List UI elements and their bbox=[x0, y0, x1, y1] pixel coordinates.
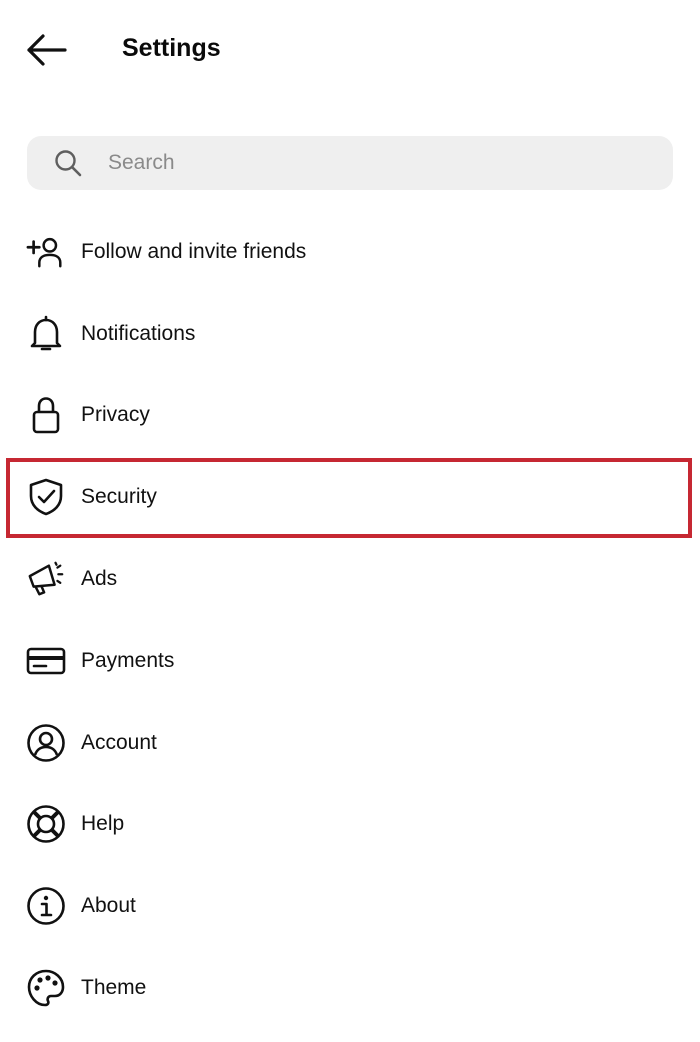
menu-item-notifications[interactable]: Notifications bbox=[0, 293, 700, 375]
menu-item-label: Payments bbox=[81, 648, 175, 672]
search-bar[interactable] bbox=[27, 136, 673, 190]
credit-card-icon bbox=[26, 641, 66, 681]
page-title: Settings bbox=[122, 34, 221, 62]
menu-item-about[interactable]: About bbox=[0, 865, 700, 947]
user-circle-icon bbox=[26, 723, 66, 763]
menu-item-label: About bbox=[81, 894, 136, 918]
menu-item-help[interactable]: Help bbox=[0, 784, 700, 866]
menu-item-label: Security bbox=[81, 485, 157, 509]
menu-item-privacy[interactable]: Privacy bbox=[0, 375, 700, 457]
megaphone-icon bbox=[26, 559, 66, 599]
bell-icon bbox=[26, 314, 66, 354]
search-icon bbox=[53, 148, 83, 178]
search-input[interactable] bbox=[108, 143, 628, 183]
menu-item-ads[interactable]: Ads bbox=[0, 538, 700, 620]
palette-icon bbox=[26, 968, 66, 1008]
add-person-icon bbox=[26, 232, 66, 272]
info-icon bbox=[26, 886, 66, 926]
menu-item-label: Privacy bbox=[81, 403, 150, 427]
shield-check-icon bbox=[26, 477, 66, 517]
header-bar: Settings bbox=[0, 0, 700, 96]
menu-item-label: Notifications bbox=[81, 321, 196, 345]
menu-item-label: Ads bbox=[81, 567, 118, 591]
menu-item-label: Follow and invite friends bbox=[81, 239, 307, 263]
menu-item-security[interactable]: Security bbox=[0, 456, 700, 538]
menu-item-label: Help bbox=[81, 812, 125, 836]
menu-item-follow-invite[interactable]: Follow and invite friends bbox=[0, 211, 700, 293]
menu-item-account[interactable]: Account bbox=[0, 702, 700, 784]
menu-item-theme[interactable]: Theme bbox=[0, 947, 700, 1029]
arrow-left-icon bbox=[25, 33, 67, 67]
back-button[interactable] bbox=[22, 26, 70, 74]
menu-item-label: Theme bbox=[81, 976, 147, 1000]
settings-menu: Follow and invite friends Notifications … bbox=[0, 211, 700, 1029]
lock-icon bbox=[26, 395, 66, 435]
menu-item-label: Account bbox=[81, 730, 157, 754]
lifebuoy-icon bbox=[26, 804, 66, 844]
menu-item-payments[interactable]: Payments bbox=[0, 620, 700, 702]
